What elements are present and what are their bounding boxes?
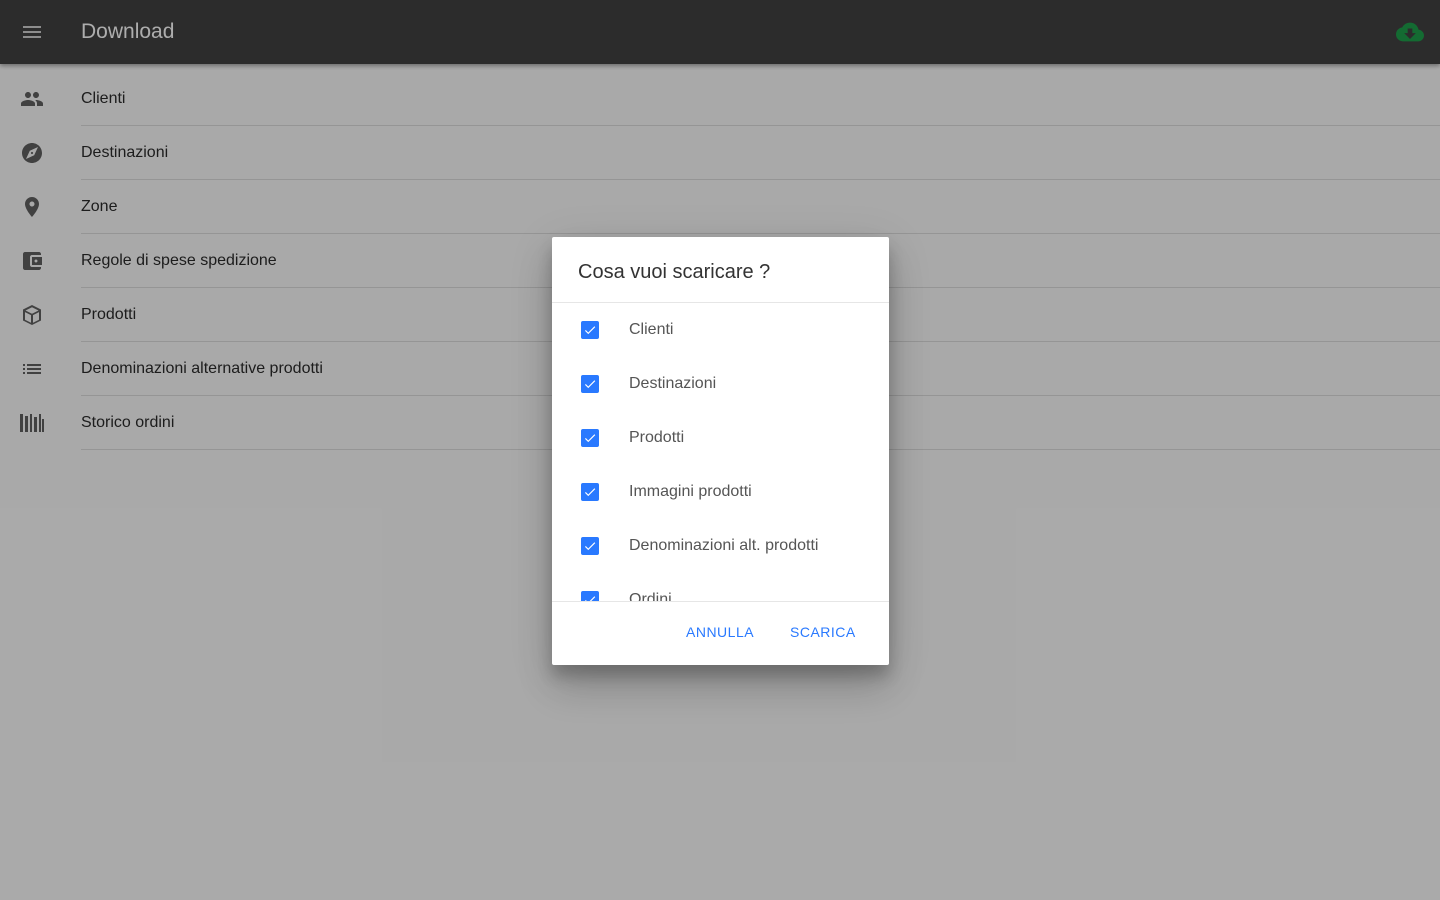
checkbox-checked[interactable] (581, 321, 599, 339)
checkbox-checked[interactable] (581, 429, 599, 447)
dialog-actions: ANNULLA SCARICA (552, 602, 889, 665)
dialog-options-list[interactable]: Clienti Destinazioni Prodotti Immagini p… (552, 303, 889, 601)
dialog-title: Cosa vuoi scaricare ? (578, 261, 771, 283)
option-destinazioni[interactable]: Destinazioni (552, 357, 889, 411)
checkbox-checked[interactable] (581, 537, 599, 555)
check-icon (584, 596, 596, 601)
check-icon (584, 488, 596, 497)
option-label: Denominazioni alt. prodotti (629, 537, 819, 554)
option-clienti[interactable]: Clienti (552, 303, 889, 357)
download-button[interactable]: SCARICA (784, 620, 862, 644)
option-immagini-prodotti[interactable]: Immagini prodotti (552, 465, 889, 519)
option-label: Clienti (629, 321, 674, 338)
option-label: Immagini prodotti (629, 483, 752, 500)
check-icon (584, 326, 596, 335)
check-icon (584, 434, 596, 443)
check-icon (584, 542, 596, 551)
checkbox-checked[interactable] (581, 591, 599, 601)
download-dialog: Cosa vuoi scaricare ? Clienti Destinazio… (552, 237, 889, 665)
check-icon (584, 380, 596, 389)
option-label: Ordini (629, 591, 672, 601)
option-ordini[interactable]: Ordini (552, 573, 889, 601)
checkbox-checked[interactable] (581, 375, 599, 393)
checkbox-checked[interactable] (581, 483, 599, 501)
option-label: Prodotti (629, 429, 685, 446)
option-prodotti[interactable]: Prodotti (552, 411, 889, 465)
option-label: Destinazioni (629, 375, 717, 392)
cancel-button[interactable]: ANNULLA (680, 620, 760, 644)
option-denominazioni-alt[interactable]: Denominazioni alt. prodotti (552, 519, 889, 573)
